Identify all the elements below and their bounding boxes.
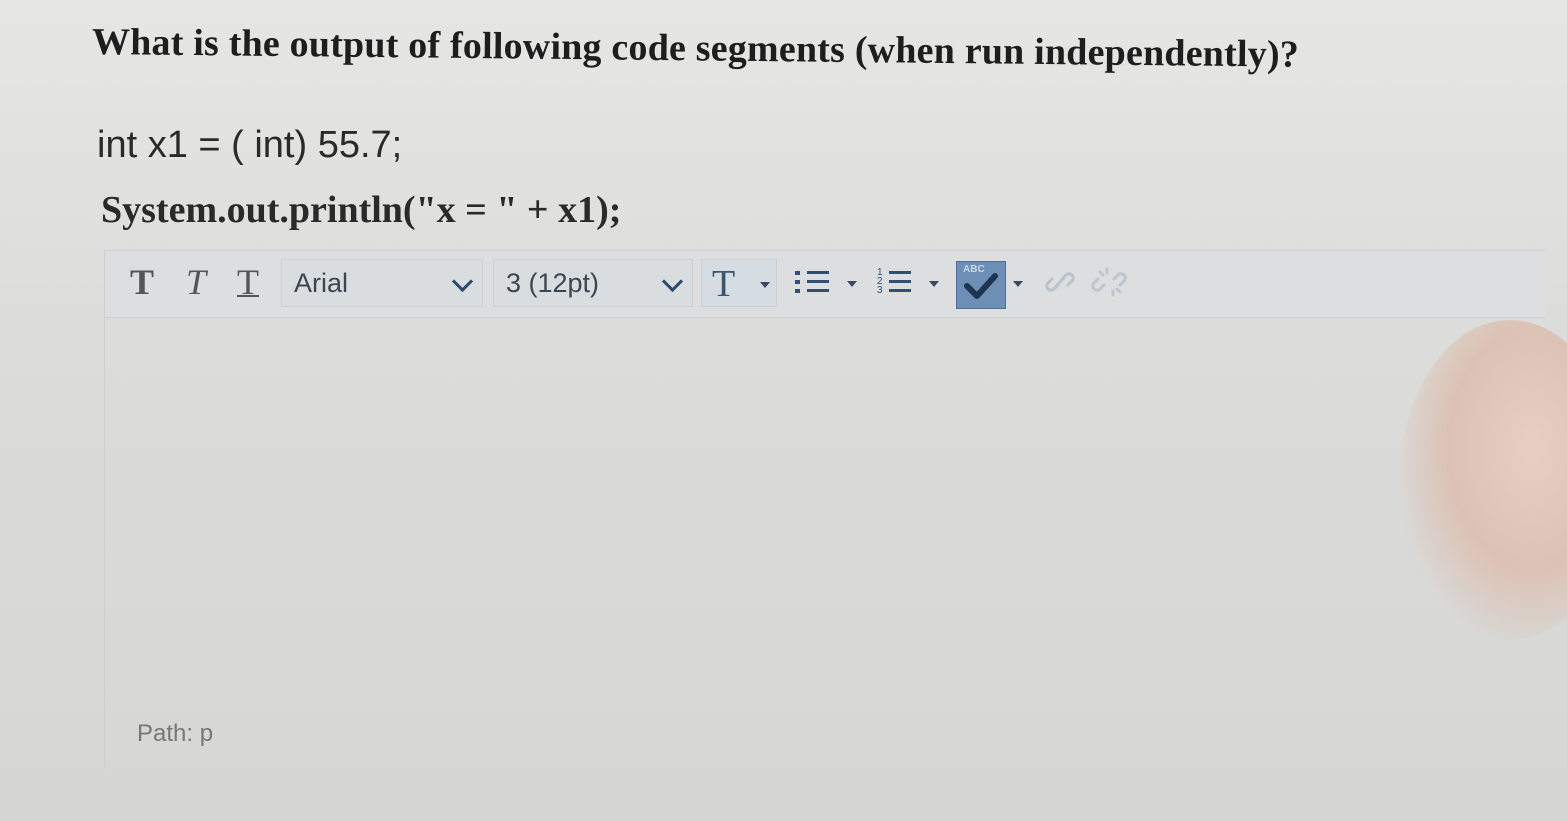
editor-toolbar: T T T Arial 3 (12pt) T 1 2 3 ABC [105,250,1545,318]
spellcheck-dropdown-icon[interactable] [1013,281,1023,287]
bullet-list-dropdown-icon[interactable] [847,281,857,287]
unlink-icon[interactable] [1090,267,1130,297]
question-title: What is the output of following code seg… [91,21,1300,76]
rich-text-editor: T T T Arial 3 (12pt) T 1 2 3 ABC [104,250,1545,770]
code-line-1: int x1 = ( int) 55.7; [97,124,403,166]
italic-button[interactable]: T [177,259,215,305]
bullet-list-button[interactable] [795,267,829,297]
text-color-dropdown-icon [760,282,770,288]
spellcheck-button[interactable]: ABC [956,261,1006,309]
underline-button[interactable]: T [229,259,267,305]
chevron-down-icon [661,270,684,293]
chevron-down-icon [451,270,474,293]
link-icon[interactable] [1045,267,1075,297]
font-size-value: 3 (12pt) [506,267,600,298]
numbered-list-button[interactable]: 1 2 3 [877,267,911,297]
numbered-list-dropdown-icon[interactable] [929,281,939,287]
text-color-button[interactable]: T [701,259,777,307]
code-line-2: System.out.println("x = " + x1); [101,189,622,231]
bold-button[interactable]: T [123,259,161,305]
editor-content-area[interactable] [105,317,1545,747]
font-family-value: Arial [294,267,349,298]
element-path-label: Path: p [137,720,214,747]
underline-icon: T [237,262,259,302]
font-family-select[interactable]: Arial [281,259,483,307]
font-size-select[interactable]: 3 (12pt) [493,259,693,307]
spellcheck-icon [964,273,998,299]
bold-icon: T [129,262,154,302]
text-color-icon: T [712,263,736,305]
italic-icon: T [185,262,207,302]
